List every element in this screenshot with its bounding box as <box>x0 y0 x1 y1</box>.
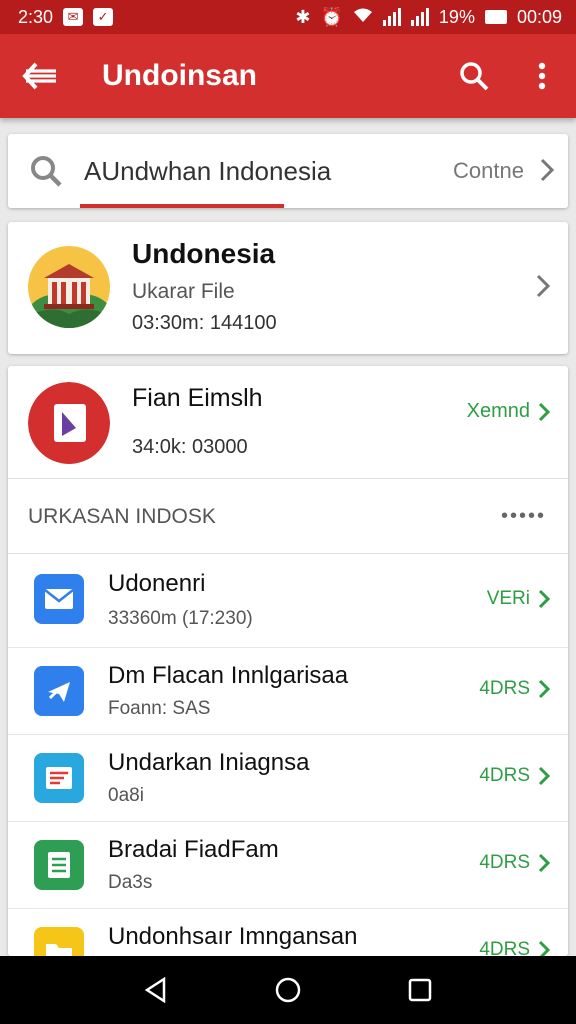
more-horiz-icon[interactable]: ••••• <box>501 505 546 528</box>
list-item-action[interactable]: 4DRS <box>479 678 550 700</box>
list-item[interactable]: Undarkan Iniagnsa 0a8i 4DRS <box>8 735 568 822</box>
chevron-right-icon <box>538 589 550 609</box>
chevron-right-icon <box>538 402 550 421</box>
app-bar: Undoinsan <box>0 34 576 118</box>
featured-item-card[interactable]: Undonesia Ukarar File 03:30m: 144100 <box>8 222 568 354</box>
list-item[interactable]: Bradai FiadFam Da3s 4DRS <box>8 822 568 909</box>
search-underline <box>80 204 284 208</box>
list-item-action-label: 4DRS <box>479 852 530 873</box>
list-item-subtitle: 0a8i <box>108 785 144 806</box>
status-bar: 2:30 ✉ ✓ ✱ ⏰ 19% 00:09 <box>0 0 576 34</box>
document-icon <box>34 753 84 803</box>
list-item-action[interactable]: 4DRS <box>479 765 550 787</box>
list-item-action[interactable]: 4DRS <box>479 852 550 874</box>
chevron-right-icon <box>538 853 550 873</box>
nav-back-icon[interactable] <box>144 977 168 1003</box>
signal-icon-2 <box>410 8 429 26</box>
list-item-title: Dm Flacan Innlgarisaa <box>108 662 349 689</box>
list-item-subtitle: Da3s <box>108 872 153 893</box>
chevron-right-icon[interactable] <box>536 274 551 303</box>
wifi-icon <box>353 7 373 28</box>
nav-home-icon[interactable] <box>275 977 301 1003</box>
system-nav-bar <box>0 956 576 1024</box>
plane-icon <box>34 666 84 716</box>
list-item-action-label: 4DRS <box>479 765 530 786</box>
app-icon: ✓ <box>93 8 114 26</box>
item-list-card: Fian Eimslh 34:0k: 03000 Xemnd URKASAN I… <box>8 366 568 996</box>
list-icon <box>34 840 84 890</box>
search-field-icon <box>8 154 84 188</box>
notification-icon: ✉ <box>63 8 84 26</box>
section-header: URKASAN INDOSK ••••• <box>8 478 568 554</box>
battery-icon <box>484 10 507 24</box>
search-query[interactable]: AUndwhan Indonesia <box>84 156 453 187</box>
bluetooth-icon: ✱ <box>295 6 311 27</box>
card-title: Undonesia <box>132 238 276 269</box>
card-action-label: Xemnd <box>466 400 530 422</box>
battery-percent: 19% <box>438 6 475 27</box>
list-item[interactable]: Udonenri 33360m (17:230) VERi <box>8 554 568 648</box>
status-clock: 00:09 <box>516 6 562 27</box>
chevron-right-icon[interactable] <box>540 158 555 187</box>
card-action-link[interactable]: Xemnd <box>467 400 550 423</box>
list-item-title: Undarkan Iniagnsa <box>108 749 310 776</box>
nav-recents-icon[interactable] <box>408 978 432 1002</box>
alarm-icon: ⏰ <box>320 6 343 27</box>
search-continue[interactable]: Contne <box>453 158 524 184</box>
search-bar[interactable]: AUndwhan Indonesia Contne <box>8 134 568 208</box>
list-item-subtitle: Foann: SAS <box>108 698 211 719</box>
app-logo-icon <box>28 382 110 464</box>
card-subtitle: Ukarar File <box>132 280 235 303</box>
temple-landscape-icon <box>28 246 110 328</box>
card-time: 03:30m: 144100 <box>132 312 277 334</box>
more-vert-icon[interactable] <box>508 34 576 118</box>
list-item[interactable]: Dm Flacan Innlgarisaa Foann: SAS 4DRS <box>8 648 568 735</box>
card-time: 34:0k: 03000 <box>132 436 248 458</box>
signal-icon <box>382 8 401 26</box>
list-item-subtitle: 33360m (17:230) <box>108 608 253 629</box>
mail-icon <box>34 574 84 624</box>
chevron-right-icon <box>538 679 550 699</box>
status-time: 2:30 <box>18 6 54 27</box>
list-item-title: Undonhsaır Imngansan <box>108 923 358 950</box>
list-item-action[interactable]: VERi <box>487 588 550 610</box>
chevron-right-icon <box>538 766 550 786</box>
list-item-title: Bradai FiadFam <box>108 836 279 863</box>
app-title: Undoinsan <box>102 59 257 92</box>
section-title: URKASAN INDOSK <box>28 505 216 528</box>
back-arrow-icon[interactable] <box>0 34 80 118</box>
list-item-title: Udonenri <box>108 570 206 597</box>
search-icon[interactable] <box>440 34 508 118</box>
list-item-action-label: VERi <box>486 588 530 609</box>
list-item-action-label: 4DRS <box>479 678 530 699</box>
card-title: Fian Eimslh <box>132 384 263 412</box>
